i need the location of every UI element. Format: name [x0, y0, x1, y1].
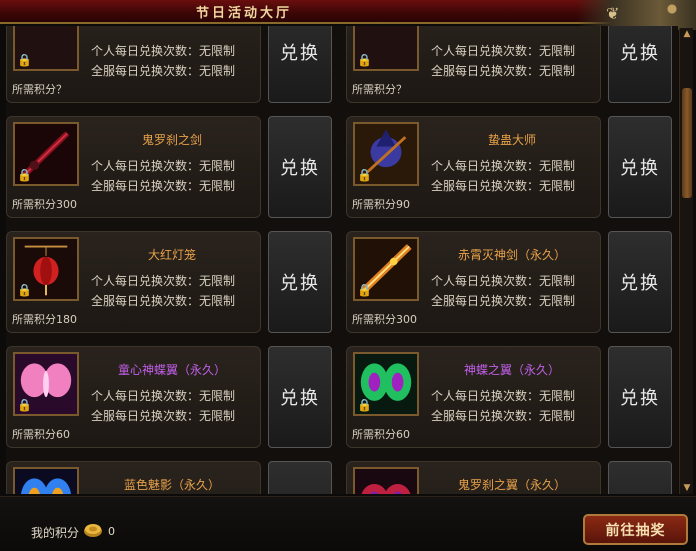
exchange-button[interactable]: 兑换 [608, 26, 672, 103]
required-points: 所需积分300 [352, 313, 417, 326]
my-points-label: 我的积分 [31, 526, 80, 540]
server-limit: 全服每日兑换次数：无限制 [91, 179, 236, 193]
required-points: 所需积分180 [12, 313, 77, 326]
item-card: 🔒 赤霄灭神剑（永久） 个人每日兑换次数：无限制 全服每日兑换次数：无限制所需积分30… [346, 231, 601, 333]
exchange-button[interactable]: 兑换 [608, 346, 672, 448]
exchange-button[interactable]: 兑换 [268, 116, 332, 218]
server-limit: 全服每日兑换次数：无限制 [91, 64, 236, 78]
item-card: 🔒 童心神蝶翼（永久） 个人每日兑换次数：无限制 全服每日兑换次数：无限制所需积分60 [6, 346, 261, 448]
lock-icon: 🔒 [17, 168, 32, 182]
item-image[interactable]: 🔒 [353, 352, 419, 416]
lock-icon: 🔒 [17, 398, 32, 412]
item-card: 🔒 鬼罗刹之剑个人每日兑换次数：无限制 全服每日兑换次数：无限制所需积分300 [6, 116, 261, 218]
item-card: 🔒 个人每日兑换次数：无限制 全服每日兑换次数：无限制所需积分？ [6, 26, 261, 103]
personal-limit: 个人每日兑换次数：无限制 [91, 274, 236, 288]
scroll-down-icon[interactable]: ▼ [681, 482, 693, 494]
exchange-button[interactable]: 兑换 [268, 231, 332, 333]
item-image[interactable]: 🔒 [13, 26, 79, 71]
required-points: 所需积分300 [12, 198, 77, 211]
exchange-button[interactable]: 兑换 [268, 346, 332, 448]
exchange-button[interactable]: 兑换 [268, 461, 332, 494]
personal-limit: 个人每日兑换次数：无限制 [91, 389, 236, 403]
lock-icon: 🔒 [357, 168, 372, 182]
item-card: 🔒 蛰蛊大师个人每日兑换次数：无限制 全服每日兑换次数：无限制所需积分90 [346, 116, 601, 218]
personal-limit: 个人每日兑换次数：无限制 [91, 44, 236, 58]
item-card: 🔒 大红灯笼个人每日兑换次数：无限制 全服每日兑换次数：无限制所需积分180 [6, 231, 261, 333]
item-name: 神蝶之翼（永久） [463, 363, 560, 377]
title-bar: 节日活动大厅 ❦ [0, 0, 696, 30]
item-card: 🔒蓝色魅影（永久）个人每日兑换次数：无限制全服每日兑换次数：无限制所需积分60 [6, 461, 261, 494]
required-points: 所需积分60 [352, 428, 410, 441]
server-limit: 全服每日兑换次数：无限制 [91, 294, 236, 308]
scrollbar[interactable]: ▲ ▼ [679, 28, 693, 494]
lock-icon: 🔒 [17, 283, 32, 297]
item-image[interactable]: 🔒 [353, 26, 419, 71]
scrollbar-thumb[interactable] [682, 88, 692, 198]
item-name: 大红灯笼 [147, 248, 196, 262]
lock-icon: 🔒 [357, 53, 372, 67]
item-name: 童心神蝶翼（永久） [117, 363, 226, 377]
my-points-value: 0 [108, 525, 115, 538]
required-points: 所需积分？ [352, 83, 407, 96]
item-image[interactable]: 🔒 [353, 122, 419, 186]
lock-icon: 🔒 [357, 283, 372, 297]
scroll-up-icon[interactable]: ▲ [681, 28, 693, 40]
window-title: 节日活动大厅 [196, 6, 293, 21]
exchange-button[interactable]: 兑换 [608, 231, 672, 333]
exchange-button[interactable]: 兑换 [608, 116, 672, 218]
required-points: 所需积分60 [12, 428, 70, 441]
personal-limit: 个人每日兑换次数：无限制 [91, 159, 236, 173]
lock-icon: 🔒 [17, 53, 32, 67]
exchange-button[interactable]: 兑换 [608, 461, 672, 494]
item-image[interactable]: 🔒 [13, 467, 79, 494]
lock-icon: 🔒 [357, 398, 372, 412]
item-name: 鬼罗刹之翼（永久） [457, 478, 566, 492]
item-image[interactable]: 🔒 [13, 352, 79, 416]
footer: 我的积分 0 前往抽奖 [0, 496, 696, 551]
item-card: 🔒 个人每日兑换次数：无限制 全服每日兑换次数：无限制所需积分？ [346, 26, 601, 103]
personal-limit: 个人每日兑换次数：无限制 [431, 389, 576, 403]
item-image[interactable]: 🔒 [13, 122, 79, 186]
server-limit: 全服每日兑换次数：无限制 [431, 64, 576, 78]
exchange-button[interactable]: 兑换 [268, 26, 332, 103]
coin-icon [84, 524, 102, 537]
item-image[interactable]: 🔒 [353, 467, 419, 494]
item-card: 🔒 神蝶之翼（永久） 个人每日兑换次数：无限制 全服每日兑换次数：无限制所需积分60 [346, 346, 601, 448]
item-name: 蛰蛊大师 [487, 133, 536, 147]
required-points: 所需积分90 [352, 198, 410, 211]
server-limit: 全服每日兑换次数：无限制 [431, 179, 576, 193]
personal-limit: 个人每日兑换次数：无限制 [431, 44, 576, 58]
personal-limit: 个人每日兑换次数：无限制 [431, 274, 576, 288]
server-limit: 全服每日兑换次数：无限制 [431, 409, 576, 423]
item-card: 🔒鬼罗刹之翼（永久）个人每日兑换次数：无限制全服每日兑换次数：无限制所需积分30… [346, 461, 601, 494]
item-image[interactable]: 🔒 [13, 237, 79, 301]
server-limit: 全服每日兑换次数：无限制 [431, 294, 576, 308]
server-limit: 全服每日兑换次数：无限制 [91, 409, 236, 423]
item-name: 赤霄灭神剑（永久） [457, 248, 566, 262]
item-image[interactable]: 🔒 [353, 237, 419, 301]
item-name: 鬼罗刹之剑 [141, 133, 202, 147]
required-points: 所需积分？ [12, 83, 67, 96]
go-to-lottery-button[interactable]: 前往抽奖 [583, 514, 688, 545]
personal-limit: 个人每日兑换次数：无限制 [431, 159, 576, 173]
item-list: 🔒 个人每日兑换次数：无限制 全服每日兑换次数：无限制 所需积分？ 兑换 🔒 个人每日兑换次… [6, 26, 678, 494]
item-name: 蓝色魅影（永久） [123, 478, 220, 492]
